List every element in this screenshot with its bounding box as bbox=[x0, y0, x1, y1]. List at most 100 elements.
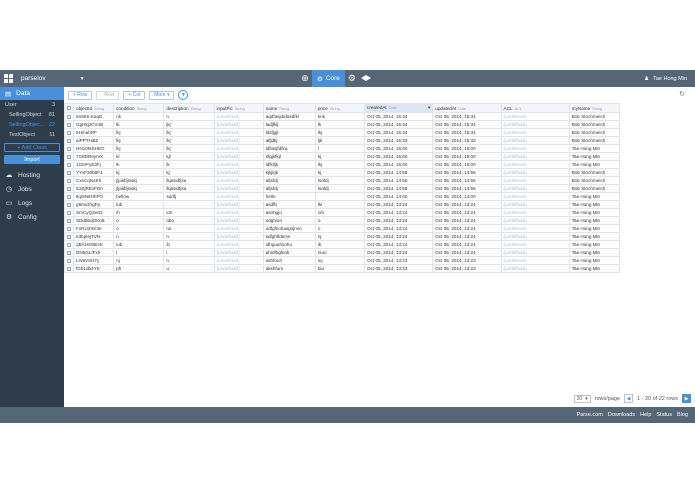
cell-acl[interactable]: (undefined) bbox=[500, 248, 570, 257]
cell-description[interactable]: lkj bbox=[163, 136, 215, 145]
cell-price[interactable]: lsafdj bbox=[314, 184, 366, 193]
cell-createdat[interactable]: Oct 05, 2014, 14:55 bbox=[364, 176, 434, 185]
row-checkbox[interactable] bbox=[64, 168, 75, 177]
cell-condition[interactable]: nj bbox=[113, 256, 165, 265]
cell-name[interactable]: ldsfjgjl bbox=[262, 128, 316, 137]
cell-description[interactable]: obo bbox=[163, 216, 215, 225]
cell-objectid[interactable]: g6mvzhgFp bbox=[73, 200, 115, 209]
cell-inputpic[interactable]: (undefined) bbox=[213, 160, 264, 169]
cell-condition[interactable]: lk bbox=[113, 120, 165, 129]
row-checkbox[interactable] bbox=[64, 224, 75, 233]
cell-myname[interactable]: Bob Stochmeich bbox=[568, 128, 621, 137]
cell-condition[interactable]: jljaldfjsiakj bbox=[113, 184, 165, 193]
cell-description[interactable]: kjl bbox=[163, 152, 215, 161]
cell-myname[interactable]: Tae Hong Min bbox=[568, 216, 621, 225]
cell-updatedat[interactable]: Oct 05, 2014, 13:24 bbox=[432, 240, 502, 249]
cell-acl[interactable]: (undefined) bbox=[500, 200, 570, 209]
cell-inputpic[interactable]: (undefined) bbox=[213, 136, 264, 145]
cell-objectid[interactable]: DN6GLIFxIi bbox=[73, 248, 115, 257]
cell-objectid[interactable]: 7G8DReyrvX bbox=[73, 152, 115, 161]
cell-myname[interactable]: Tae Hong Min bbox=[568, 264, 621, 273]
settings-gear-icon[interactable]: ⚙ bbox=[345, 70, 359, 87]
cell-condition[interactable]: o bbox=[113, 224, 165, 233]
cell-myname[interactable]: Tae Hong Min bbox=[568, 256, 621, 265]
footer-link-status[interactable]: Status bbox=[656, 412, 672, 418]
cell-updatedat[interactable]: Oct 05, 2014, 15:00 bbox=[432, 152, 502, 161]
cell-inputpic[interactable]: (undefined) bbox=[213, 112, 264, 121]
cell-myname[interactable]: Tae Hong Min bbox=[568, 240, 621, 249]
cell-name[interactable]: odghion bbox=[262, 216, 316, 225]
cell-condition[interactable]: o bbox=[113, 216, 165, 225]
cell-price[interactable]: ljk bbox=[314, 136, 366, 145]
cell-condition[interactable]: ih bbox=[113, 208, 165, 217]
cell-createdat[interactable]: Oct 05, 2014, 14:55 bbox=[364, 168, 434, 177]
sidebar-class-item[interactable]: SellingObjec... 22 bbox=[0, 120, 64, 130]
cell-updatedat[interactable]: Oct 05, 2014, 13:24 bbox=[432, 224, 502, 233]
cell-condition[interactable]: n bbox=[113, 232, 165, 241]
cell-objectid[interactable]: qBAHS9bn4t bbox=[73, 240, 115, 249]
sidebar-class-item[interactable]: User 3 bbox=[0, 100, 64, 110]
cell-description[interactable]: ib bbox=[163, 240, 215, 249]
cell-name[interactable]: akshfum bbox=[262, 264, 316, 273]
page-size-select[interactable]: 20 ▾ bbox=[573, 394, 591, 403]
cell-myname[interactable]: Tae Hong Min bbox=[568, 200, 621, 209]
cell-updatedat[interactable]: Oct 05, 2014, 15:34 bbox=[432, 112, 502, 121]
row-checkbox[interactable] bbox=[64, 256, 75, 265]
cell-createdat[interactable]: Oct 05, 2014, 13:23 bbox=[364, 264, 434, 273]
column-header-myname[interactable]: myName String bbox=[568, 103, 621, 113]
sidebar-item-hosting[interactable]: ☁ Hosting bbox=[0, 168, 64, 182]
cell-price[interactable]: lk bbox=[314, 120, 366, 129]
row-checkbox[interactable] bbox=[64, 184, 75, 193]
cell-updatedat[interactable]: Oct 05, 2014, 13:24 bbox=[432, 216, 502, 225]
cell-name[interactable]: idhguahsohu bbox=[262, 240, 316, 249]
row-checkbox[interactable] bbox=[64, 216, 75, 225]
table-row[interactable]: Lrv9VSH7y nj n (undefined) ashfouh inj Oct 05,… bbox=[64, 256, 621, 265]
cell-myname[interactable]: Bob Stochmeich bbox=[568, 176, 621, 185]
column-header-description[interactable]: description String bbox=[163, 103, 215, 113]
cell-condition[interactable]: lk bbox=[113, 160, 165, 169]
cell-price[interactable]: ib bbox=[314, 240, 366, 249]
cell-updatedat[interactable]: Oct 05, 2014, 14:55 bbox=[432, 168, 502, 177]
cell-inputpic[interactable]: (undefined) bbox=[213, 216, 264, 225]
cell-inputpic[interactable]: (undefined) bbox=[213, 256, 264, 265]
column-header-price[interactable]: price String bbox=[314, 103, 366, 113]
row-checkbox[interactable] bbox=[64, 232, 75, 241]
cell-price[interactable] bbox=[314, 192, 366, 201]
cell-inputpic[interactable]: (undefined) bbox=[213, 152, 264, 161]
cell-objectid[interactable]: e3bptejTVN bbox=[73, 232, 115, 241]
cell-price[interactable]: lsafdj bbox=[314, 176, 366, 185]
row-checkbox[interactable] bbox=[64, 160, 75, 169]
cell-description[interactable]: i bbox=[163, 248, 215, 257]
cell-objectid[interactable]: SDd6bqOKn6 bbox=[73, 216, 115, 225]
cell-condition[interactable]: nk bbox=[113, 112, 165, 121]
cell-createdat[interactable]: Oct 05, 2014, 15:33 bbox=[364, 136, 434, 145]
cell-description[interactable]: jkj bbox=[163, 120, 215, 129]
cell-myname[interactable]: Tae Hong Min bbox=[568, 248, 621, 257]
footer-link-downloads[interactable]: Downloads bbox=[608, 412, 635, 418]
cell-updatedat[interactable]: Oct 05, 2014, 15:33 bbox=[432, 136, 502, 145]
row-checkbox[interactable] bbox=[64, 128, 75, 137]
cell-inputpic[interactable]: (undefined) bbox=[213, 176, 264, 185]
cell-updatedat[interactable]: Oct 05, 2014, 14:55 bbox=[432, 176, 502, 185]
row-checkbox[interactable] bbox=[64, 248, 75, 257]
cell-myname[interactable]: Bob Stochmeich bbox=[568, 112, 621, 121]
cell-inputpic[interactable]: (undefined) bbox=[213, 232, 264, 241]
cell-price[interactable]: knk bbox=[314, 112, 366, 121]
prev-page-button[interactable]: ◀ bbox=[624, 394, 634, 403]
import-button[interactable]: Import bbox=[4, 155, 60, 164]
cell-price[interactable]: o bbox=[314, 224, 366, 233]
column-header-objectid[interactable]: objectId String bbox=[73, 103, 115, 113]
cell-createdat[interactable]: Oct 05, 2014, 15:00 bbox=[364, 144, 434, 153]
cell-updatedat[interactable]: Oct 05, 2014, 13:24 bbox=[432, 232, 502, 241]
cell-createdat[interactable]: Oct 05, 2014, 13:24 bbox=[364, 216, 434, 225]
cell-acl[interactable]: (undefined) bbox=[500, 168, 570, 177]
add-icon[interactable]: ⊕ bbox=[298, 70, 312, 87]
cell-description[interactable]: u bbox=[163, 264, 215, 273]
cell-condition[interactable]: lkj bbox=[113, 136, 165, 145]
cell-price[interactable]: inj bbox=[314, 256, 366, 265]
cell-description[interactable]: lk bbox=[163, 160, 215, 169]
sidebar-item-config[interactable]: ⚙ Config bbox=[0, 210, 64, 224]
cell-myname[interactable]: Bob Stochmeich bbox=[568, 120, 621, 129]
table-row[interactable]: fGb1db4YK ph u (undefined) akshfum biu Oct 05,… bbox=[64, 264, 621, 273]
cell-description[interactable]: n bbox=[163, 232, 215, 241]
